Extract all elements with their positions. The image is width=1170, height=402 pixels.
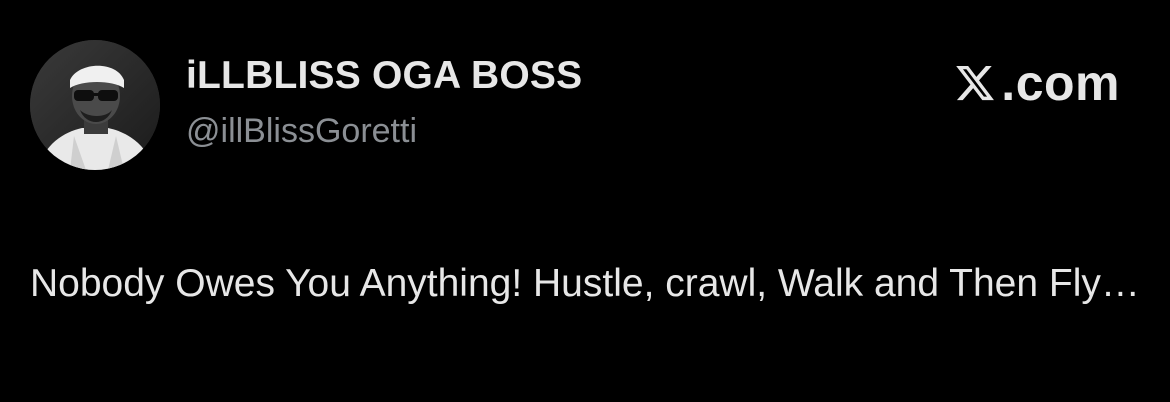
x-com-brand: .com: [953, 58, 1120, 108]
author-display-name[interactable]: iLLBLISS OGA BOSS: [186, 54, 582, 98]
tweet-card: iLLBLISS OGA BOSS @illBlissGoretti .com …: [0, 0, 1170, 402]
brand-domain-text: .com: [1001, 55, 1120, 111]
avatar[interactable]: [30, 40, 160, 170]
tweet-text: Nobody Owes You Anything! Hustle, crawl,…: [30, 262, 1140, 305]
profile-photo-icon: [30, 40, 160, 170]
x-logo-icon: [956, 65, 995, 101]
author-handle[interactable]: @illBlissGoretti: [186, 112, 417, 151]
